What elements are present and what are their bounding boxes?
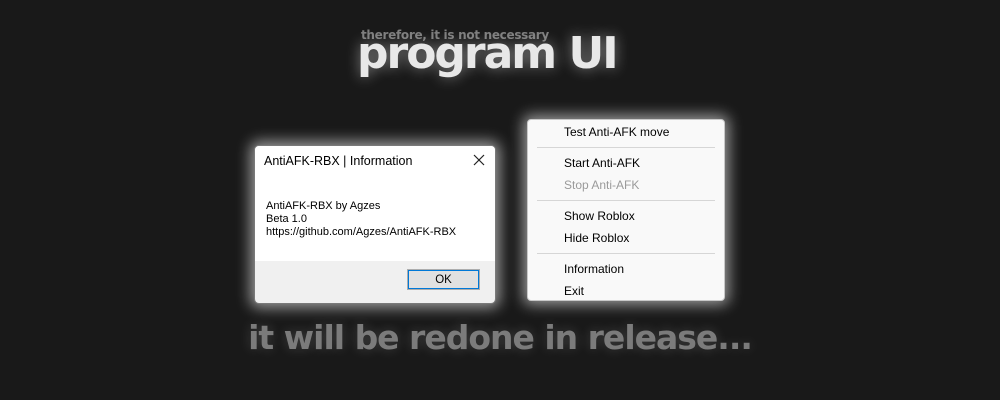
dialog-author-line: AntiAFK-RBX by Agzes <box>266 200 381 212</box>
ok-button[interactable]: OK <box>407 269 480 290</box>
menu-item-test-anti-afk-move[interactable]: Test Anti-AFK move <box>528 121 724 143</box>
menu-item-show-roblox[interactable]: Show Roblox <box>528 205 724 227</box>
menu-item-hide-roblox[interactable]: Hide Roblox <box>528 227 724 249</box>
close-icon[interactable] <box>471 152 487 168</box>
dialog-titlebar: AntiAFK-RBX | Information <box>255 146 495 175</box>
menu-separator <box>537 200 715 201</box>
menu-item-stop-anti-afk: Stop Anti-AFK <box>564 178 640 192</box>
dialog-body: AntiAFK-RBX by Agzes Beta 1.0 https://gi… <box>255 175 495 261</box>
dialog-version-line: Beta 1.0 <box>266 213 307 225</box>
information-dialog: AntiAFK-RBX | Information AntiAFK-RBX by… <box>254 145 496 304</box>
menu-item-exit[interactable]: Exit <box>528 280 724 302</box>
menu-item-start-anti-afk[interactable]: Start Anti-AFK <box>528 152 724 174</box>
menu-separator <box>537 147 715 148</box>
banner-footer: it will be redone in release... <box>248 318 753 357</box>
dialog-url-line: https://github.com/Agzes/AntiAFK-RBX <box>266 226 457 238</box>
menu-separator <box>537 253 715 254</box>
dialog-footer: OK <box>255 261 495 303</box>
dialog-title: AntiAFK-RBX | Information <box>264 154 413 168</box>
context-menu: Test Anti-AFK move Start Anti-AFK Stop A… <box>527 119 725 301</box>
banner-title: program UI <box>357 28 619 79</box>
menu-item-information[interactable]: Information <box>528 258 724 280</box>
